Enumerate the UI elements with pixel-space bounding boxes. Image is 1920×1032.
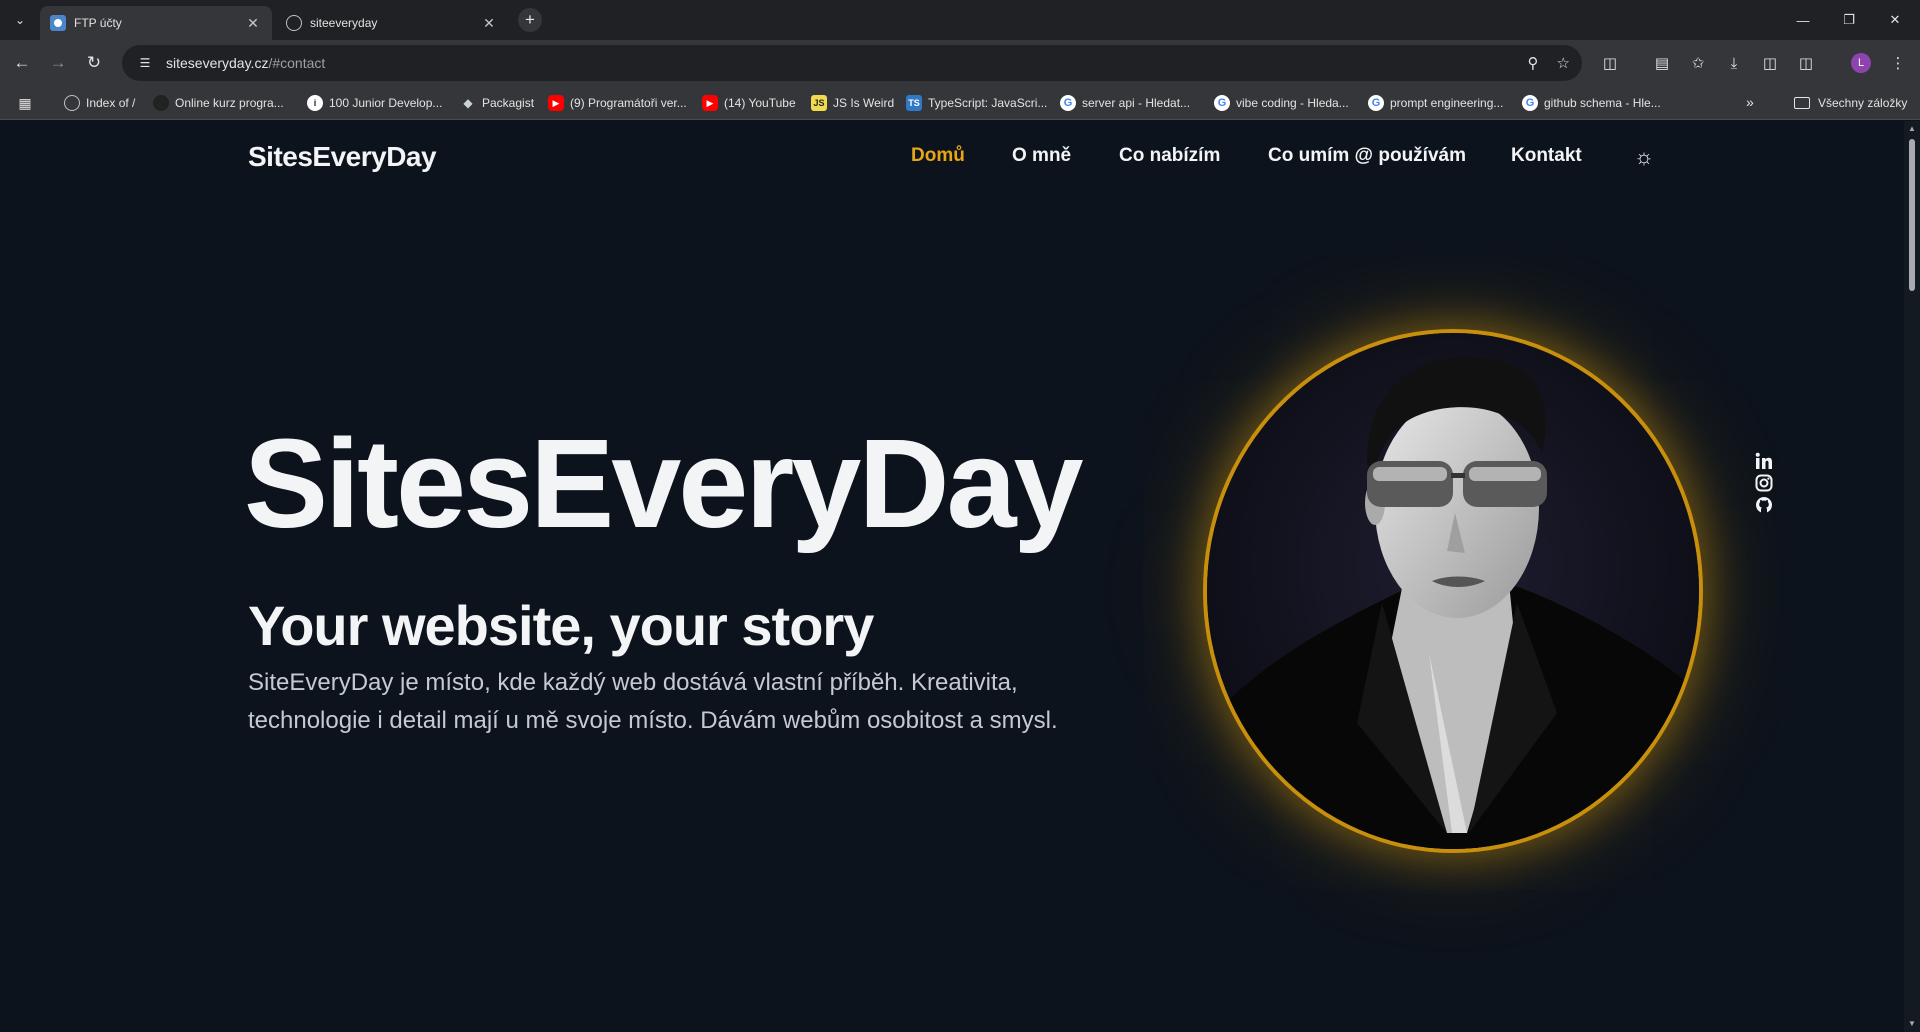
browser-toolbar: ← → ↻ ☰ siteseveryday.cz/#contact ⚲ ☆ ◫ … — [0, 40, 1920, 86]
scroll-up-arrow-icon[interactable]: ▲ — [1907, 124, 1917, 134]
tab-ftp-ucty[interactable]: FTP účty ✕ — [40, 6, 272, 40]
page-scrollbar[interactable]: ▲ ▼ — [1904, 121, 1920, 1032]
bookmark-label: JS Is Weird — [833, 96, 895, 110]
tab-title: siteeveryday — [310, 16, 378, 30]
theme-toggle-sun-icon[interactable]: ☼ — [1632, 145, 1656, 169]
close-tab-icon[interactable]: ✕ — [244, 14, 262, 32]
bookmark-star-icon[interactable]: ☆ — [1557, 54, 1570, 72]
window-close-icon[interactable]: ✕ — [1872, 0, 1918, 40]
linkedin-icon[interactable] — [1754, 451, 1774, 471]
bookmark-label: server api - Hledat... — [1082, 96, 1191, 110]
bookmark-item[interactable]: i 100 Junior Develop... — [307, 93, 442, 113]
folder-label: Všechny záložky — [1818, 96, 1908, 110]
nav-link-kontakt[interactable]: Kontakt — [1511, 145, 1582, 167]
tab-search-chevron-icon[interactable]: ⌄ — [8, 8, 32, 32]
bookmark-label: vibe coding - Hleda... — [1236, 96, 1349, 110]
youtube-icon: ▶ — [548, 95, 564, 111]
ftp-favicon-icon — [50, 15, 66, 31]
site-info-tune-icon[interactable]: ☰ — [134, 52, 156, 74]
url-host: siteseveryday.cz — [166, 55, 269, 71]
back-arrow-icon[interactable]: ← — [8, 49, 36, 77]
hero-subtitle: Your website, your story — [248, 594, 874, 657]
ts-icon: TS — [906, 95, 922, 111]
bookmarks-bar: ▦ Index of / Online kurz progra... i 100 … — [0, 86, 1920, 120]
nav-link-domu[interactable]: Domů — [911, 145, 965, 167]
tab-title: FTP účty — [74, 16, 122, 30]
dark-site-icon — [153, 95, 169, 111]
restore-icon[interactable]: ❐ — [1826, 0, 1872, 40]
zoom-icon[interactable]: ⚲ — [1528, 54, 1539, 72]
bookmark-item[interactable]: Gprompt engineering... — [1368, 93, 1503, 113]
side-panel-icon[interactable]: ◫ — [1794, 51, 1818, 75]
browser-tab-bar: ⌄ FTP účty ✕ siteeveryday ✕ + — ❐ ✕ — [0, 0, 1920, 40]
info-icon: i — [307, 95, 323, 111]
portrait-illustration — [1207, 333, 1699, 849]
folder-icon — [1794, 97, 1810, 109]
bookmarks-overflow-chevron-icon[interactable]: » — [1746, 94, 1754, 110]
site-logo[interactable]: SitesEveryDay — [248, 141, 437, 173]
github-icon[interactable] — [1754, 495, 1774, 515]
bookmark-item[interactable]: Gserver api - Hledat... — [1060, 93, 1190, 113]
youtube-icon: ▶ — [702, 95, 718, 111]
tab-siteeveryday[interactable]: siteeveryday ✕ — [276, 6, 508, 40]
payment-card-icon[interactable]: ▤ — [1650, 51, 1674, 75]
bookmark-item[interactable]: Index of / — [64, 93, 135, 113]
bookmark-label: Online kurz progra... — [175, 96, 284, 110]
portrait-photo — [1207, 333, 1699, 849]
bookmark-item[interactable]: ◆ Packagist — [460, 93, 534, 113]
bookmark-item[interactable]: ▶ (9) Programátoři ver... — [548, 93, 687, 113]
extensions-puzzle-icon[interactable]: ◫ — [1598, 51, 1622, 75]
bookmark-item[interactable]: ▶ (14) YouTube — [702, 93, 796, 113]
kebab-menu-icon[interactable]: ⋮ — [1886, 51, 1910, 75]
hero-description: SiteEveryDay je místo, kde každý web dos… — [248, 669, 1058, 734]
scroll-down-arrow-icon[interactable]: ▼ — [1907, 1019, 1917, 1029]
bookmark-label: Packagist — [482, 96, 535, 110]
new-tab-plus-icon[interactable]: + — [518, 8, 542, 32]
js-icon: JS — [811, 95, 827, 111]
address-bar[interactable]: ☰ siteseveryday.cz/#contact ⚲ ☆ — [122, 45, 1582, 81]
bookmark-item[interactable]: Online kurz progra... — [153, 93, 284, 113]
google-icon: G — [1214, 95, 1230, 111]
bookmark-item[interactable]: TS TypeScript: JavaScri... — [906, 93, 1047, 113]
globe-icon — [64, 95, 80, 111]
nav-link-co-umim[interactable]: Co umím @ používám — [1268, 145, 1466, 167]
nav-link-o-mne[interactable]: O mně — [1012, 145, 1071, 167]
apps-grid-icon[interactable]: ▦ — [16, 94, 34, 112]
profile-avatar[interactable]: L — [1851, 53, 1871, 73]
reading-list-star-icon[interactable]: ✩ — [1686, 51, 1710, 75]
close-tab-icon[interactable]: ✕ — [480, 14, 498, 32]
gem-icon: ◆ — [463, 96, 473, 110]
page-viewport: SitesEveryDay Domů O mně Co nabízím Co u… — [0, 121, 1904, 1032]
bookmark-label: 100 Junior Develop... — [329, 96, 443, 110]
minimize-icon[interactable]: — — [1780, 0, 1826, 40]
hero-title: SitesEveryDay — [244, 413, 1084, 554]
bookmark-label: prompt engineering... — [1390, 96, 1504, 110]
google-icon: G — [1368, 95, 1384, 111]
bookmark-item[interactable]: Ggithub schema - Hle... — [1522, 93, 1661, 113]
all-bookmarks-folder[interactable]: Všechny záložky — [1794, 93, 1907, 113]
nav-link-co-nabizim[interactable]: Co nabízím — [1119, 145, 1220, 167]
download-icon[interactable]: ⤓ — [1722, 51, 1746, 75]
instagram-icon[interactable] — [1754, 473, 1774, 493]
bookmark-label: (14) YouTube — [724, 96, 796, 110]
reload-icon[interactable]: ↻ — [80, 49, 108, 77]
bookmark-item[interactable]: JS JS Is Weird — [811, 93, 894, 113]
google-icon: G — [1522, 95, 1538, 111]
bookmark-item[interactable]: Gvibe coding - Hleda... — [1214, 93, 1349, 113]
forward-arrow-icon[interactable]: → — [44, 49, 72, 77]
bookmark-label: (9) Programátoři ver... — [570, 96, 687, 110]
scrollbar-thumb[interactable] — [1909, 139, 1915, 291]
google-icon: G — [1060, 95, 1076, 111]
globe-favicon-icon — [286, 15, 302, 31]
tab-layout-icon[interactable]: ◫ — [1758, 51, 1782, 75]
bookmark-label: TypeScript: JavaScri... — [928, 96, 1048, 110]
bookmark-label: Index of / — [86, 96, 136, 110]
bookmark-label: github schema - Hle... — [1544, 96, 1661, 110]
url-path: /#contact — [268, 55, 326, 71]
